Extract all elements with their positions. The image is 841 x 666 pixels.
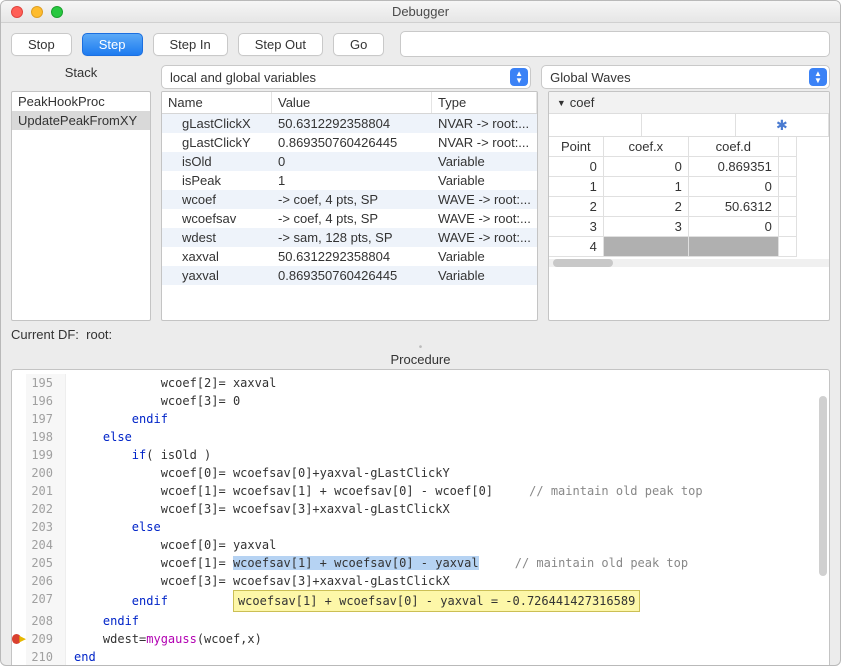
wave-row[interactable]: 4: [549, 237, 829, 257]
code-line[interactable]: 200 wcoef[0]= wcoefsav[0]+yaxval-gLastCl…: [12, 464, 829, 482]
stack-item[interactable]: PeakHookProc: [12, 92, 150, 111]
col-spacer: [779, 137, 797, 157]
variables-scope-dropdown[interactable]: local and global variables ▲▼: [161, 65, 531, 89]
step-in-button[interactable]: Step In: [153, 33, 228, 56]
go-button[interactable]: Go: [333, 33, 384, 56]
col-header-coef-x[interactable]: coef.x: [604, 137, 689, 157]
wave-row[interactable]: 2250.6312: [549, 197, 829, 217]
wave-row[interactable]: 000.869351: [549, 157, 829, 177]
code-panel[interactable]: 195 wcoef[2]= xaxval196 wcoef[3]= 0197 e…: [11, 369, 830, 666]
current-line-icon: ▶: [19, 630, 26, 648]
variable-row[interactable]: wdest-> sam, 128 pts, SPWAVE -> root:...: [162, 228, 537, 247]
col-header-point[interactable]: Point: [549, 137, 604, 157]
procedure-label: Procedure: [1, 348, 840, 369]
horizontal-scrollbar[interactable]: [549, 259, 829, 267]
code-line[interactable]: 196 wcoef[3]= 0: [12, 392, 829, 410]
code-line[interactable]: 210end: [12, 648, 829, 666]
variable-row[interactable]: gLastClickX50.6312292358804NVAR -> root:…: [162, 114, 537, 133]
code-line[interactable]: 195 wcoef[2]= xaxval: [12, 374, 829, 392]
vertical-scrollbar[interactable]: [819, 396, 827, 576]
variable-row[interactable]: wcoefsav-> coef, 4 pts, SPWAVE -> root:.…: [162, 209, 537, 228]
window-title: Debugger: [1, 4, 840, 19]
waves-scope-dropdown[interactable]: Global Waves ▲▼: [541, 65, 830, 89]
triangle-down-icon: ▼: [557, 98, 566, 108]
waves-scope-value: Global Waves: [550, 70, 630, 85]
eval-tooltip: wcoefsav[1] + wcoefsav[0] - yaxval = -0.…: [233, 590, 640, 612]
code-line[interactable]: 197 endif: [12, 410, 829, 428]
gear-icon: ✱: [776, 117, 788, 134]
variable-row[interactable]: xaxval50.6312292358804Variable: [162, 247, 537, 266]
variable-row[interactable]: yaxval0.869350760426445Variable: [162, 266, 537, 285]
step-button[interactable]: Step: [82, 33, 143, 56]
variables-table: Name Value Type gLastClickX50.6312292358…: [161, 91, 538, 321]
wave-selector-cell[interactable]: [549, 114, 642, 136]
variable-row[interactable]: isOld0Variable: [162, 152, 537, 171]
code-line[interactable]: 201 wcoef[1]= wcoefsav[1] + wcoefsav[0] …: [12, 482, 829, 500]
col-header-value[interactable]: Value: [272, 92, 432, 113]
wave-settings-button[interactable]: ✱: [736, 114, 829, 136]
code-line[interactable]: 202 wcoef[3]= wcoefsav[3]+xaxval-gLastCl…: [12, 500, 829, 518]
col-header-coef-d[interactable]: coef.d: [689, 137, 779, 157]
code-line[interactable]: ▶209 wdest=mygauss(wcoef,x): [12, 630, 829, 648]
chevron-updown-icon: ▲▼: [809, 68, 827, 86]
toolbar: Stop Step Step In Step Out Go: [1, 23, 840, 65]
wave-viewer: ▼ coef ✱ Point coef.x coef.d 000.8693511…: [548, 91, 830, 321]
code-line[interactable]: 199 if( isOld ): [12, 446, 829, 464]
variable-row[interactable]: isPeak1Variable: [162, 171, 537, 190]
code-line[interactable]: 207 endif wcoefsav[1] + wcoefsav[0] - ya…: [12, 590, 829, 612]
code-line[interactable]: 206 wcoef[3]= wcoefsav[3]+xaxval-gLastCl…: [12, 572, 829, 590]
wave-row[interactable]: 330: [549, 217, 829, 237]
stack-item[interactable]: UpdatePeakFromXY: [12, 111, 150, 130]
titlebar: Debugger: [1, 1, 840, 23]
wave-name: coef: [570, 95, 595, 110]
col-header-type[interactable]: Type: [432, 92, 537, 113]
status-field: [400, 31, 830, 57]
code-line[interactable]: 198 else: [12, 428, 829, 446]
stack-label: Stack: [11, 65, 151, 89]
stack-list[interactable]: PeakHookProc UpdatePeakFromXY: [11, 91, 151, 321]
code-line[interactable]: 205 wcoef[1]= wcoefsav[1] + wcoefsav[0] …: [12, 554, 829, 572]
code-line[interactable]: 203 else: [12, 518, 829, 536]
stop-button[interactable]: Stop: [11, 33, 72, 56]
col-header-name[interactable]: Name: [162, 92, 272, 113]
step-out-button[interactable]: Step Out: [238, 33, 323, 56]
variables-scope-value: local and global variables: [170, 70, 316, 85]
wave-row[interactable]: 110: [549, 177, 829, 197]
variable-row[interactable]: wcoef-> coef, 4 pts, SPWAVE -> root:...: [162, 190, 537, 209]
code-line[interactable]: 204 wcoef[0]= yaxval: [12, 536, 829, 554]
wave-disclosure[interactable]: ▼ coef: [549, 92, 829, 114]
variable-row[interactable]: gLastClickY0.869350760426445NVAR -> root…: [162, 133, 537, 152]
debugger-window: Debugger Stop Step Step In Step Out Go S…: [0, 0, 841, 666]
chevron-updown-icon: ▲▼: [510, 68, 528, 86]
wave-selector-cell[interactable]: [642, 114, 735, 136]
code-line[interactable]: 208 endif: [12, 612, 829, 630]
